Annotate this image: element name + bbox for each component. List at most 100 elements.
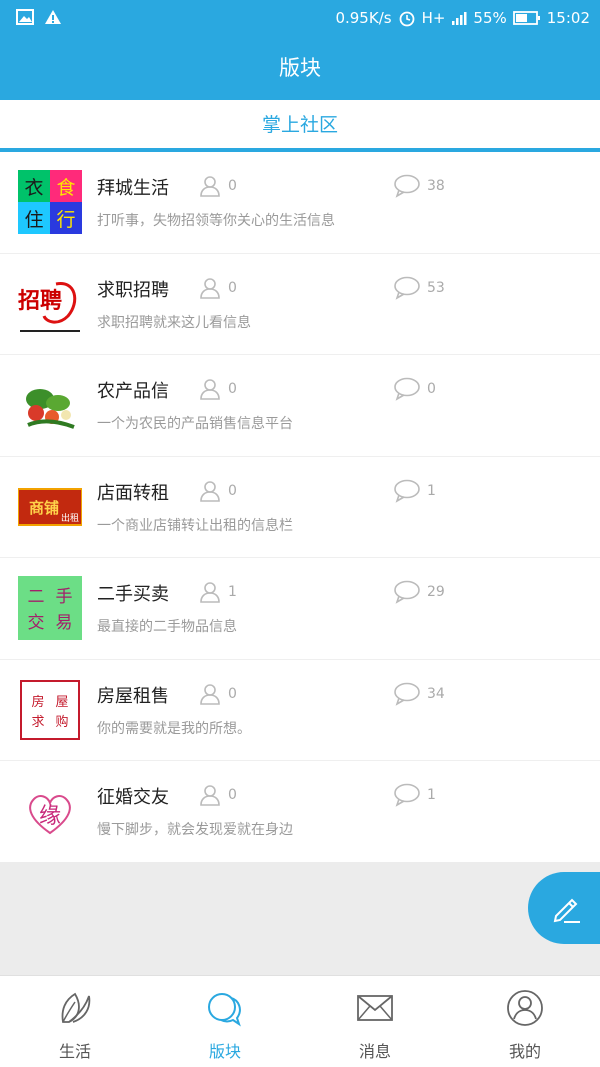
comment-icon	[394, 377, 420, 401]
member-count: 0	[198, 174, 237, 198]
member-count-value: 0	[228, 279, 237, 296]
compose-button[interactable]	[528, 872, 600, 944]
forum-name: 拜城生活	[97, 178, 169, 199]
leaf-icon	[55, 988, 95, 1028]
svg-text:交: 交	[28, 613, 45, 633]
nav-item-me[interactable]: 我的	[450, 976, 600, 1067]
svg-text:求: 求	[31, 715, 44, 730]
comment-count-value: 38	[427, 178, 445, 194]
comment-count: 53	[393, 276, 445, 300]
member-count-value: 0	[228, 381, 237, 397]
comment-icon	[394, 580, 420, 604]
comment-count: 29	[393, 580, 445, 604]
comment-icon	[394, 174, 420, 198]
svg-text:屋: 屋	[55, 695, 68, 710]
clock: 15:02	[546, 9, 590, 27]
svg-text:房: 房	[31, 694, 44, 710]
comment-count-value: 34	[427, 685, 445, 702]
svg-text:商铺: 商铺	[29, 499, 59, 517]
forum-description: 你的需要就是我的所想。	[97, 720, 251, 737]
signal-icon	[452, 12, 467, 25]
status-indicators: 0.95K/s H+ 55% 15:02	[335, 0, 590, 36]
comment-count-value: 1	[427, 787, 436, 803]
forum-description: 最直接的二手物品信息	[97, 619, 237, 635]
comment-count: 1	[393, 479, 436, 503]
nav-item-messages[interactable]: 消息	[300, 976, 450, 1067]
svg-text:二: 二	[28, 587, 45, 607]
svg-text:购: 购	[55, 714, 68, 730]
forum-name: 农产品信	[97, 381, 169, 402]
member-count: 0	[198, 682, 237, 706]
comment-count-value: 29	[427, 584, 445, 600]
image-notification-icon	[16, 9, 34, 25]
network-type: H+	[421, 9, 446, 27]
svg-text:衣: 衣	[24, 177, 43, 199]
comment-count-value: 53	[427, 279, 445, 296]
forum-name: 店面转租	[97, 482, 169, 504]
nav-label: 版块	[208, 1042, 241, 1061]
network-speed: 0.95K/s	[335, 9, 392, 27]
battery-percent: 55%	[473, 9, 507, 27]
member-count-value: 0	[228, 787, 237, 803]
comment-count: 34	[393, 682, 445, 706]
comment-icon	[394, 682, 420, 706]
svg-text:手: 手	[56, 587, 73, 607]
member-count-value: 1	[228, 584, 237, 600]
forum-thumbnail: 商铺 出租	[18, 475, 82, 539]
user-icon	[200, 277, 220, 299]
comment-count: 0	[393, 377, 436, 401]
svg-text:住: 住	[24, 209, 43, 231]
forum-description: 慢下脚步，就会发现爱就在身边	[97, 822, 293, 838]
user-icon	[200, 480, 220, 502]
svg-text:招聘: 招聘	[18, 288, 62, 314]
forum-name: 房屋租售	[97, 685, 169, 707]
svg-text:易: 易	[56, 613, 73, 633]
comment-count: 38	[393, 174, 445, 198]
user-icon	[200, 785, 220, 806]
nav-item-forums[interactable]: 版块	[150, 976, 300, 1067]
nav-label: 消息	[358, 1042, 391, 1061]
comment-icon	[394, 479, 420, 503]
member-count-value: 0	[228, 685, 237, 702]
alarm-icon	[399, 11, 414, 27]
forum-description: 求职招聘就来这儿看信息	[97, 314, 251, 331]
chat-bubbles-icon	[205, 988, 245, 1028]
nav-label: 生活	[58, 1042, 91, 1061]
comment-count-value: 1	[427, 482, 436, 499]
member-count: 0	[198, 783, 237, 807]
forum-item-housing[interactable]: 房 屋 求 购 房屋租售 0 34 你的需要就是我的所想。	[0, 660, 600, 761]
svg-text:出租: 出租	[61, 512, 79, 524]
forum-item-second-hand[interactable]: 二 手 交 易 二手买卖 1 29 最直接的二手物品信息	[0, 558, 600, 660]
comment-icon	[394, 783, 420, 807]
user-icon	[200, 683, 220, 705]
forum-description: 打听事，失物招领等你关心的生活信息	[97, 213, 335, 229]
forum-name: 征婚交友	[97, 787, 169, 808]
envelope-icon	[355, 988, 395, 1028]
forum-item-shop-rental[interactable]: 商铺 出租 店面转租 0 1 一个商业店铺转让出租的信息栏	[0, 457, 600, 558]
section-tab-community[interactable]: 掌上社区	[0, 100, 600, 152]
user-icon	[200, 176, 220, 197]
forum-thumbnail	[18, 373, 82, 437]
nav-item-life[interactable]: 生活	[0, 976, 150, 1067]
forum-item-life[interactable]: 衣 食 住 行 拜城生活 0 38 打听事，失物招领等你关心的生活信息	[0, 152, 600, 254]
forum-item-jobs[interactable]: 招聘 求职招聘 0 53 求职招聘就来这儿看信息	[0, 254, 600, 355]
forum-name: 二手买卖	[97, 584, 169, 605]
page-title: 版块	[0, 36, 600, 100]
nav-label: 我的	[508, 1042, 541, 1061]
forum-item-produce[interactable]: 农产品信 0 0 一个为农民的产品销售信息平台	[0, 355, 600, 457]
member-count-value: 0	[228, 178, 237, 194]
battery-icon	[512, 11, 540, 25]
user-icon	[200, 379, 220, 400]
status-notifications	[16, 9, 62, 25]
forum-thumbnail: 房 屋 求 购	[18, 677, 82, 742]
member-count: 0	[198, 479, 237, 503]
user-icon	[200, 582, 220, 603]
forum-item-dating[interactable]: 缘 征婚交友 0 1 慢下脚步，就会发现爱就在身边	[0, 761, 600, 863]
svg-text:行: 行	[56, 209, 75, 231]
comment-count: 1	[393, 783, 436, 807]
forum-thumbnail: 缘	[18, 779, 82, 843]
forum-description: 一个为农民的产品销售信息平台	[97, 416, 293, 432]
member-count-value: 0	[228, 482, 237, 499]
svg-text:食: 食	[56, 177, 75, 199]
pencil-icon	[553, 898, 580, 923]
